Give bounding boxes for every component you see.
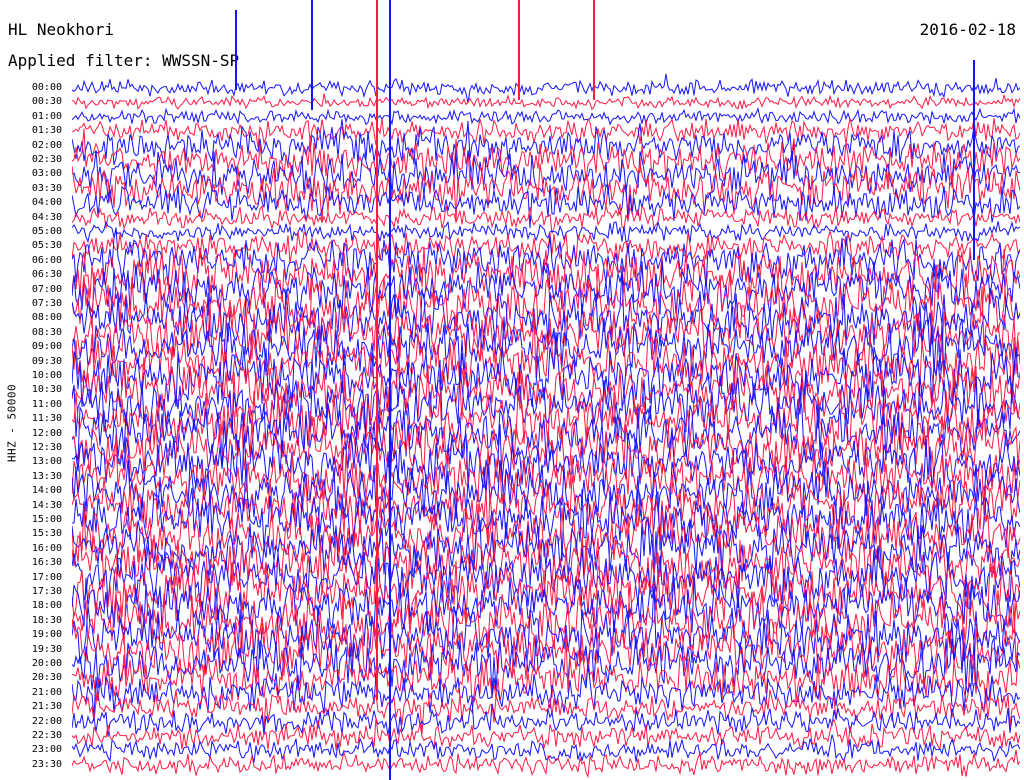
- row-label: 03:00: [31, 168, 62, 180]
- row-label: 06:00: [31, 254, 62, 266]
- row-label: 23:30: [31, 758, 62, 770]
- row-label: 02:30: [31, 154, 62, 165]
- trace-line: [72, 73, 1020, 104]
- row-label: 15:30: [31, 528, 62, 540]
- trace-line: [72, 183, 1020, 229]
- row-label: 22:30: [31, 730, 62, 741]
- row-label: 20:00: [31, 658, 62, 669]
- row-label: 00:30: [31, 96, 62, 108]
- row-label: 03:30: [31, 182, 62, 194]
- row-label: 16:30: [31, 557, 62, 569]
- row-label: 10:30: [31, 384, 62, 396]
- row-label: 16:00: [31, 542, 62, 554]
- row-label: 05:30: [31, 240, 62, 252]
- row-label: 18:30: [31, 614, 62, 626]
- row-label: 13:30: [31, 470, 62, 482]
- row-label: 11:00: [31, 398, 62, 410]
- row-label: 20:30: [31, 672, 62, 684]
- row-label: 14:30: [31, 499, 62, 511]
- row-label: 01:00: [31, 110, 62, 122]
- row-label: 13:00: [31, 456, 62, 468]
- trace-line: [72, 93, 1020, 111]
- row-label: 07:30: [31, 298, 62, 309]
- trace-line: [72, 246, 1020, 305]
- row-label: 09:30: [31, 355, 62, 367]
- seismogram-plot: [72, 0, 1020, 780]
- row-label: 10:00: [31, 370, 62, 381]
- trace-line: [72, 203, 1020, 234]
- row-label: 11:30: [31, 413, 62, 425]
- row-label: 22:00: [31, 715, 62, 727]
- row-label: 01:30: [31, 125, 62, 137]
- row-label: 23:00: [31, 744, 62, 756]
- row-label: 00:00: [31, 82, 62, 93]
- row-label: 04:00: [31, 197, 62, 209]
- trace-line: [72, 285, 1020, 364]
- row-label: 15:00: [31, 514, 62, 525]
- row-label: 18:00: [31, 600, 62, 612]
- row-label: 09:00: [31, 341, 62, 353]
- trace-line: [72, 220, 1020, 244]
- row-label: 21:00: [31, 686, 62, 698]
- row-label: 12:30: [31, 442, 62, 453]
- row-label: 04:30: [31, 211, 62, 223]
- row-label: 17:30: [31, 586, 62, 597]
- row-label: 21:30: [31, 701, 62, 713]
- row-label: 06:30: [31, 269, 62, 281]
- row-label: 14:00: [31, 485, 62, 497]
- trace-line: [72, 749, 1020, 779]
- row-label: 08:30: [31, 326, 62, 338]
- row-label: 17:00: [31, 571, 62, 583]
- row-label: 05:00: [31, 226, 62, 237]
- row-label: 19:30: [31, 643, 62, 655]
- row-label: 19:00: [31, 629, 62, 641]
- row-label: 07:00: [31, 283, 62, 295]
- time-row-labels: 00:00 00:30 01:00 01:30 02:00 02:30 03:00 03:30…: [0, 0, 66, 780]
- row-label: 02:00: [31, 139, 62, 151]
- row-label: 08:00: [31, 312, 62, 324]
- trace-line: [72, 107, 1020, 126]
- row-label: 12:00: [31, 427, 62, 439]
- trace-line: [72, 150, 1020, 198]
